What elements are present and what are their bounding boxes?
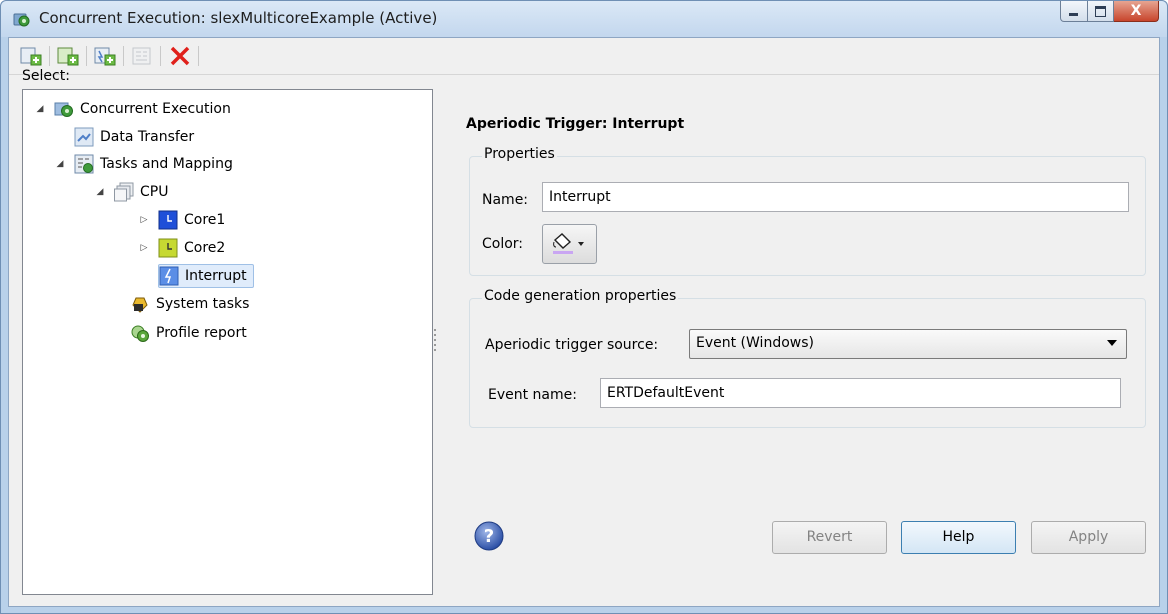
system-tasks-icon xyxy=(132,297,148,313)
collapsed-arrow-icon[interactable]: ▷ xyxy=(138,242,150,254)
tree-node-label: Data Transfer xyxy=(100,129,195,145)
dropdown-arrow-icon xyxy=(1107,340,1117,346)
tree-node-core1[interactable]: ▷ Core1 xyxy=(138,209,225,231)
paint-bucket-icon xyxy=(553,233,584,254)
minimize-button[interactable] xyxy=(1060,1,1088,22)
tasks-mapping-icon xyxy=(74,154,94,174)
tree-node-label: Concurrent Execution xyxy=(80,101,231,117)
concurrent-execution-icon xyxy=(54,102,73,117)
tree-view[interactable]: ◢ Concurrent Execution Data Transfer ◢ T… xyxy=(22,89,433,595)
app-gear-icon xyxy=(13,13,30,27)
event-name-input[interactable] xyxy=(600,378,1121,408)
close-icon: X xyxy=(1130,3,1142,19)
tree-node-data-transfer[interactable]: Data Transfer xyxy=(74,126,194,148)
event-name-label: Event name: xyxy=(488,387,577,403)
map-task-icon[interactable] xyxy=(130,45,154,67)
trigger-source-label: Aperiodic trigger source: xyxy=(485,337,659,353)
tree-node-label: Core1 xyxy=(184,212,226,228)
data-transfer-icon xyxy=(74,127,94,147)
tree-node-cpu[interactable]: ◢ CPU xyxy=(94,181,168,203)
dialog-window: Concurrent Execution: slexMulticoreExamp… xyxy=(0,0,1168,614)
properties-pane: Aperiodic Trigger: Interrupt Properties … xyxy=(442,38,1161,570)
expanded-arrow-icon[interactable]: ◢ xyxy=(34,103,46,115)
cpu-icon xyxy=(114,182,134,202)
group-title: Properties xyxy=(482,146,557,162)
close-button[interactable]: X xyxy=(1114,1,1159,22)
core1-icon xyxy=(158,210,178,230)
client-area: Select: ◢ Concurrent Execution Data Tran… xyxy=(8,37,1160,607)
toolbar-separator xyxy=(160,46,161,66)
add-aperiodic-trigger-icon[interactable] xyxy=(93,45,117,67)
pane-header: Aperiodic Trigger: Interrupt xyxy=(466,116,685,132)
color-picker-button[interactable] xyxy=(542,224,597,264)
delete-icon[interactable] xyxy=(168,45,192,67)
maximize-button[interactable] xyxy=(1088,1,1114,22)
tree-node-interrupt[interactable]: Interrupt xyxy=(158,264,254,288)
profile-report-icon xyxy=(131,325,149,342)
trigger-source-value: Event (Windows) xyxy=(696,335,814,351)
help-button[interactable]: Help xyxy=(901,521,1016,554)
name-input[interactable] xyxy=(542,182,1129,212)
tree-node-core2[interactable]: ▷ Core2 xyxy=(138,237,225,259)
help-question-icon[interactable]: ? xyxy=(473,520,505,552)
window-controls: X xyxy=(1060,1,1159,23)
tree-node-label: CPU xyxy=(140,184,169,200)
name-label: Name: xyxy=(482,192,529,208)
tree-node-label: System tasks xyxy=(156,296,250,312)
tree-node-system-tasks[interactable]: System tasks xyxy=(130,293,249,315)
group-title: Code generation properties xyxy=(482,288,679,304)
tree-node-label: Profile report xyxy=(156,325,247,341)
tree-node-label: Tasks and Mapping xyxy=(100,156,233,172)
apply-button[interactable]: Apply xyxy=(1031,521,1146,554)
interrupt-icon xyxy=(159,266,179,286)
expanded-arrow-icon[interactable]: ◢ xyxy=(94,186,106,198)
toolbar-separator xyxy=(86,46,87,66)
color-label: Color: xyxy=(482,236,524,252)
expanded-arrow-icon[interactable]: ◢ xyxy=(54,158,66,170)
collapsed-arrow-icon[interactable]: ▷ xyxy=(138,214,150,226)
trigger-source-select[interactable]: Event (Windows) xyxy=(689,329,1127,359)
revert-button[interactable]: Revert xyxy=(772,521,887,554)
status-bar xyxy=(9,594,1159,608)
toolbar-separator xyxy=(198,46,199,66)
window-title: Concurrent Execution: slexMulticoreExamp… xyxy=(39,9,438,27)
tree-node-tasks-mapping[interactable]: ◢ Tasks and Mapping xyxy=(54,153,233,175)
tree-node-label: Core2 xyxy=(184,240,226,256)
pane-splitter[interactable] xyxy=(434,326,437,360)
properties-group: Properties Name: Color: xyxy=(469,146,1146,276)
toolbar-separator xyxy=(123,46,124,66)
tree-node-concurrent-execution[interactable]: ◢ Concurrent Execution xyxy=(34,98,231,120)
tree-node-label: Interrupt xyxy=(185,268,247,284)
codegen-group: Code generation properties Aperiodic tri… xyxy=(469,288,1146,428)
toolbar-separator xyxy=(49,46,50,66)
tree-node-profile-report[interactable]: Profile report xyxy=(130,322,247,344)
core2-icon xyxy=(158,238,178,258)
title-bar: Concurrent Execution: slexMulticoreExamp… xyxy=(1,1,1167,37)
add-task-icon[interactable] xyxy=(19,45,43,67)
select-label: Select: xyxy=(22,68,70,84)
add-periodic-trigger-icon[interactable] xyxy=(56,45,80,67)
svg-text:?: ? xyxy=(484,526,494,547)
